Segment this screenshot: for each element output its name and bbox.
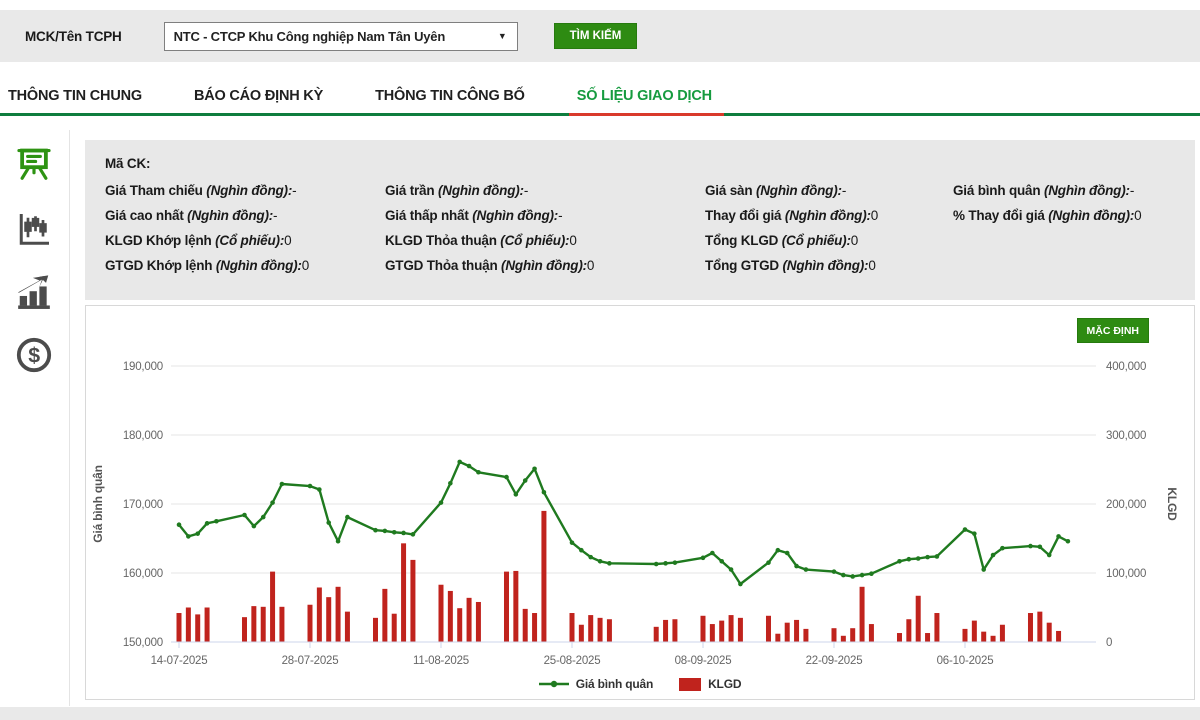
svg-text:300,000: 300,000 xyxy=(1106,430,1146,442)
stat-item: Tổng KLGD (Cổ phiếu):0 xyxy=(705,233,859,248)
svg-text:28-07-2025: 28-07-2025 xyxy=(282,655,339,667)
stat-item: KLGD Thỏa thuận (Cổ phiếu):0 xyxy=(385,233,577,248)
chart-type-sidebar: $ xyxy=(0,130,70,706)
tab-0[interactable]: THÔNG TIN CHUNG xyxy=(4,76,146,113)
dollar-coin-icon[interactable]: $ xyxy=(13,334,55,376)
chart-panel: 150,000 0 160,000 100,000 170,000 200,000 180,… xyxy=(85,305,1195,700)
stat-item: Giá thấp nhất (Nghìn đồng):- xyxy=(385,208,563,223)
stat-item: KLGD Khớp lệnh (Cổ phiếu):0 xyxy=(105,233,292,248)
legend-item-volume[interactable]: KLGD xyxy=(679,677,741,691)
issuer-select-value: NTC - CTCP Khu Công nghiệp Nam Tân Uyên xyxy=(173,28,446,44)
stat-item: Thay đổi giá (Nghìn đồng):0 xyxy=(705,208,879,223)
price-line xyxy=(178,460,1069,586)
stock-code-label: Mã CK: xyxy=(105,156,151,171)
svg-text:170,000: 170,000 xyxy=(123,499,163,511)
search-button[interactable]: TÌM KIẾM xyxy=(553,23,638,49)
svg-text:22-09-2025: 22-09-2025 xyxy=(806,655,863,667)
trading-stats-panel: Mã CK: Giá Tham chiếu (Nghìn đồng):- Giá … xyxy=(85,140,1195,300)
stat-item: Giá Tham chiếu (Nghìn đồng):- xyxy=(105,183,297,198)
candlestick-chart-icon[interactable] xyxy=(13,208,55,250)
svg-text:08-09-2025: 08-09-2025 xyxy=(675,655,732,667)
price-volume-chart: 150,000 0 160,000 100,000 170,000 200,000 180,… xyxy=(91,361,1179,667)
bar-swatch-icon xyxy=(679,677,702,691)
stat-item: % Thay đổi giá (Nghìn đồng):0 xyxy=(953,208,1142,223)
svg-text:200,000: 200,000 xyxy=(1106,499,1146,511)
section-tabs: THÔNG TIN CHUNG BÁO CÁO ĐỊNH KỲ THÔNG TIN … xyxy=(0,76,1200,116)
issuer-select[interactable]: NTC - CTCP Khu Công nghiệp Nam Tân Uyên … xyxy=(163,21,518,51)
line-marker-icon xyxy=(538,680,569,688)
volume-bars xyxy=(176,510,1062,642)
svg-text:180,000: 180,000 xyxy=(123,430,163,442)
chart-legend: Giá bình quân KLGD xyxy=(86,673,1194,695)
tab-2[interactable]: THÔNG TIN CÔNG BỐ xyxy=(371,76,529,113)
svg-text:11-08-2025: 11-08-2025 xyxy=(413,655,469,667)
stat-item: GTGD Khớp lệnh (Nghìn đồng):0 xyxy=(105,258,310,273)
chevron-down-icon: ▼ xyxy=(497,30,507,41)
tab-3[interactable]: SỐ LIỆU GIAO DỊCH xyxy=(568,76,725,116)
tab-1[interactable]: BÁO CÁO ĐỊNH KỲ xyxy=(190,76,327,113)
svg-text:190,000: 190,000 xyxy=(123,361,163,373)
svg-text:100,000: 100,000 xyxy=(1106,568,1146,580)
stats-rows: Giá Tham chiếu (Nghìn đồng):- Giá trần (N… xyxy=(105,178,1195,278)
presentation-board-icon[interactable] xyxy=(13,143,55,185)
issuer-search-label: MCK/Tên TCPH xyxy=(25,28,122,44)
svg-text:$: $ xyxy=(28,344,40,368)
svg-text:KLGD: KLGD xyxy=(1165,487,1179,521)
svg-text:14-07-2025: 14-07-2025 xyxy=(151,655,208,667)
footer-strip xyxy=(0,707,1200,720)
stat-item: GTGD Thỏa thuận (Nghìn đồng):0 xyxy=(385,258,595,273)
svg-text:150,000: 150,000 xyxy=(123,637,163,649)
svg-text:400,000: 400,000 xyxy=(1106,361,1146,373)
bar-chart-arrow-icon[interactable] xyxy=(13,271,55,313)
stat-item: Tổng GTGD (Nghìn đồng):0 xyxy=(705,258,876,273)
stock-info-page: MCK/Tên TCPH NTC - CTCP Khu Công nghiệp … xyxy=(0,0,1200,720)
svg-text:160,000: 160,000 xyxy=(123,568,163,580)
svg-text:06-10-2025: 06-10-2025 xyxy=(937,655,994,667)
issuer-search-bar: MCK/Tên TCPH NTC - CTCP Khu Công nghiệp … xyxy=(0,10,1200,62)
legend-item-price[interactable]: Giá bình quân xyxy=(538,677,653,691)
svg-text:0: 0 xyxy=(1106,637,1112,649)
stat-item: Giá sàn (Nghìn đồng):- xyxy=(705,183,847,198)
stat-item: Giá trần (Nghìn đồng):- xyxy=(385,183,529,198)
svg-text:25-08-2025: 25-08-2025 xyxy=(544,655,601,667)
stat-item: Giá cao nhất (Nghìn đồng):- xyxy=(105,208,278,223)
stat-item: Giá bình quân (Nghìn đồng):- xyxy=(953,183,1135,198)
svg-text:Giá bình quân: Giá bình quân xyxy=(91,465,105,542)
default-view-button[interactable]: MẶC ĐỊNH xyxy=(1076,318,1149,343)
